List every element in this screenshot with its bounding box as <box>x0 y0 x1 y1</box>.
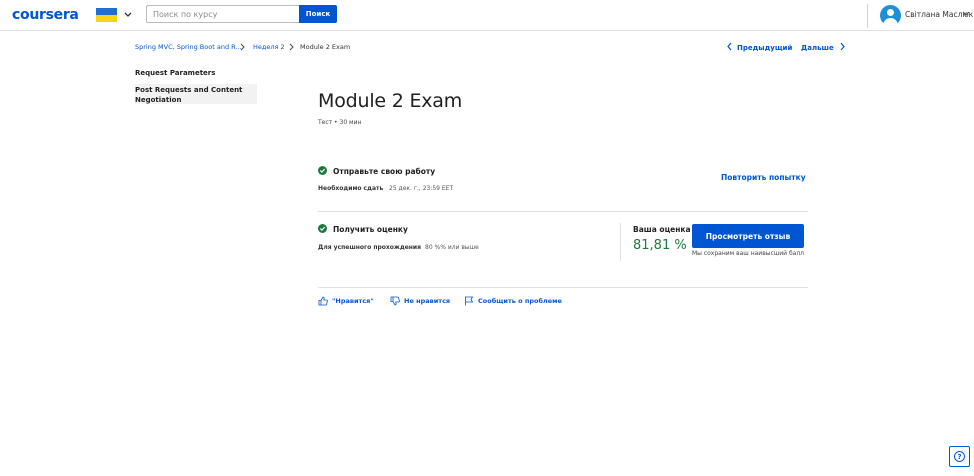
pass-value: 80 %% или выше <box>425 244 479 251</box>
like-button[interactable]: "Нравится" <box>332 297 374 305</box>
thumbs-up-icon[interactable] <box>318 296 328 306</box>
avatar[interactable] <box>880 5 901 26</box>
page-title: Module 2 Exam <box>318 90 463 112</box>
retry-button[interactable]: Повторить попытку <box>721 173 806 182</box>
view-feedback-button[interactable]: Просмотреть отзыв <box>692 224 804 248</box>
coursera-logo[interactable]: coursera <box>12 7 79 23</box>
chevron-down-icon[interactable] <box>962 9 970 21</box>
search-button[interactable]: Поиск <box>299 5 337 23</box>
grade-divider <box>620 223 621 261</box>
ukraine-flag-icon[interactable] <box>96 8 117 22</box>
previous-item-link[interactable]: Предыдущий <box>726 42 792 52</box>
chevron-right-icon <box>840 42 845 51</box>
header-divider <box>867 4 868 28</box>
sidebar-item-post-requests[interactable]: Post Requests and Content Negotiation <box>135 84 257 104</box>
breadcrumb-current: Module 2 Exam <box>300 43 351 51</box>
sidebar-item-request-parameters[interactable]: Request Parameters <box>135 69 215 77</box>
section-divider <box>318 287 808 288</box>
next-item-link[interactable]: Дальше <box>801 42 846 52</box>
chevron-down-icon[interactable] <box>124 8 134 22</box>
item-meta: Тест • 30 мин <box>318 119 362 126</box>
chevron-right-icon <box>289 42 295 54</box>
flag-icon[interactable] <box>464 296 474 306</box>
due-value: 25 дек. г., 23:59 EET <box>389 185 454 192</box>
grade-section-title: Получить оценку <box>333 225 408 234</box>
your-grade-value: 81,81 % <box>633 238 687 253</box>
pass-label: Для успешного прохождения <box>318 244 421 251</box>
save-note: Мы сохраним ваш наивысший балл <box>692 250 805 257</box>
check-circle-icon <box>318 224 327 233</box>
help-icon: ? <box>954 451 965 462</box>
section-divider <box>318 211 808 212</box>
your-grade-label: Ваша оценка <box>633 225 691 234</box>
due-label: Необходимо сдать <box>318 185 384 192</box>
chevron-left-icon <box>727 42 732 51</box>
breadcrumb-course-link[interactable]: Spring MVC, Spring Boot and R... <box>135 43 242 51</box>
search-input[interactable] <box>146 5 299 23</box>
previous-label[interactable]: Предыдущий <box>737 44 792 52</box>
check-circle-icon <box>318 166 327 175</box>
dislike-button[interactable]: Не нравится <box>404 297 450 305</box>
help-button[interactable]: ? <box>949 446 970 467</box>
top-header: coursera Поиск Світлана Маслюк <box>0 0 974 31</box>
thumbs-down-icon[interactable] <box>390 296 400 306</box>
report-problem-button[interactable]: Сообщить о проблеме <box>478 297 562 305</box>
next-label[interactable]: Дальше <box>801 44 834 52</box>
chevron-right-icon <box>240 42 246 54</box>
submit-section-title: Отправьте свою работу <box>333 167 436 176</box>
breadcrumb-week-link[interactable]: Неделя 2 <box>253 43 285 51</box>
